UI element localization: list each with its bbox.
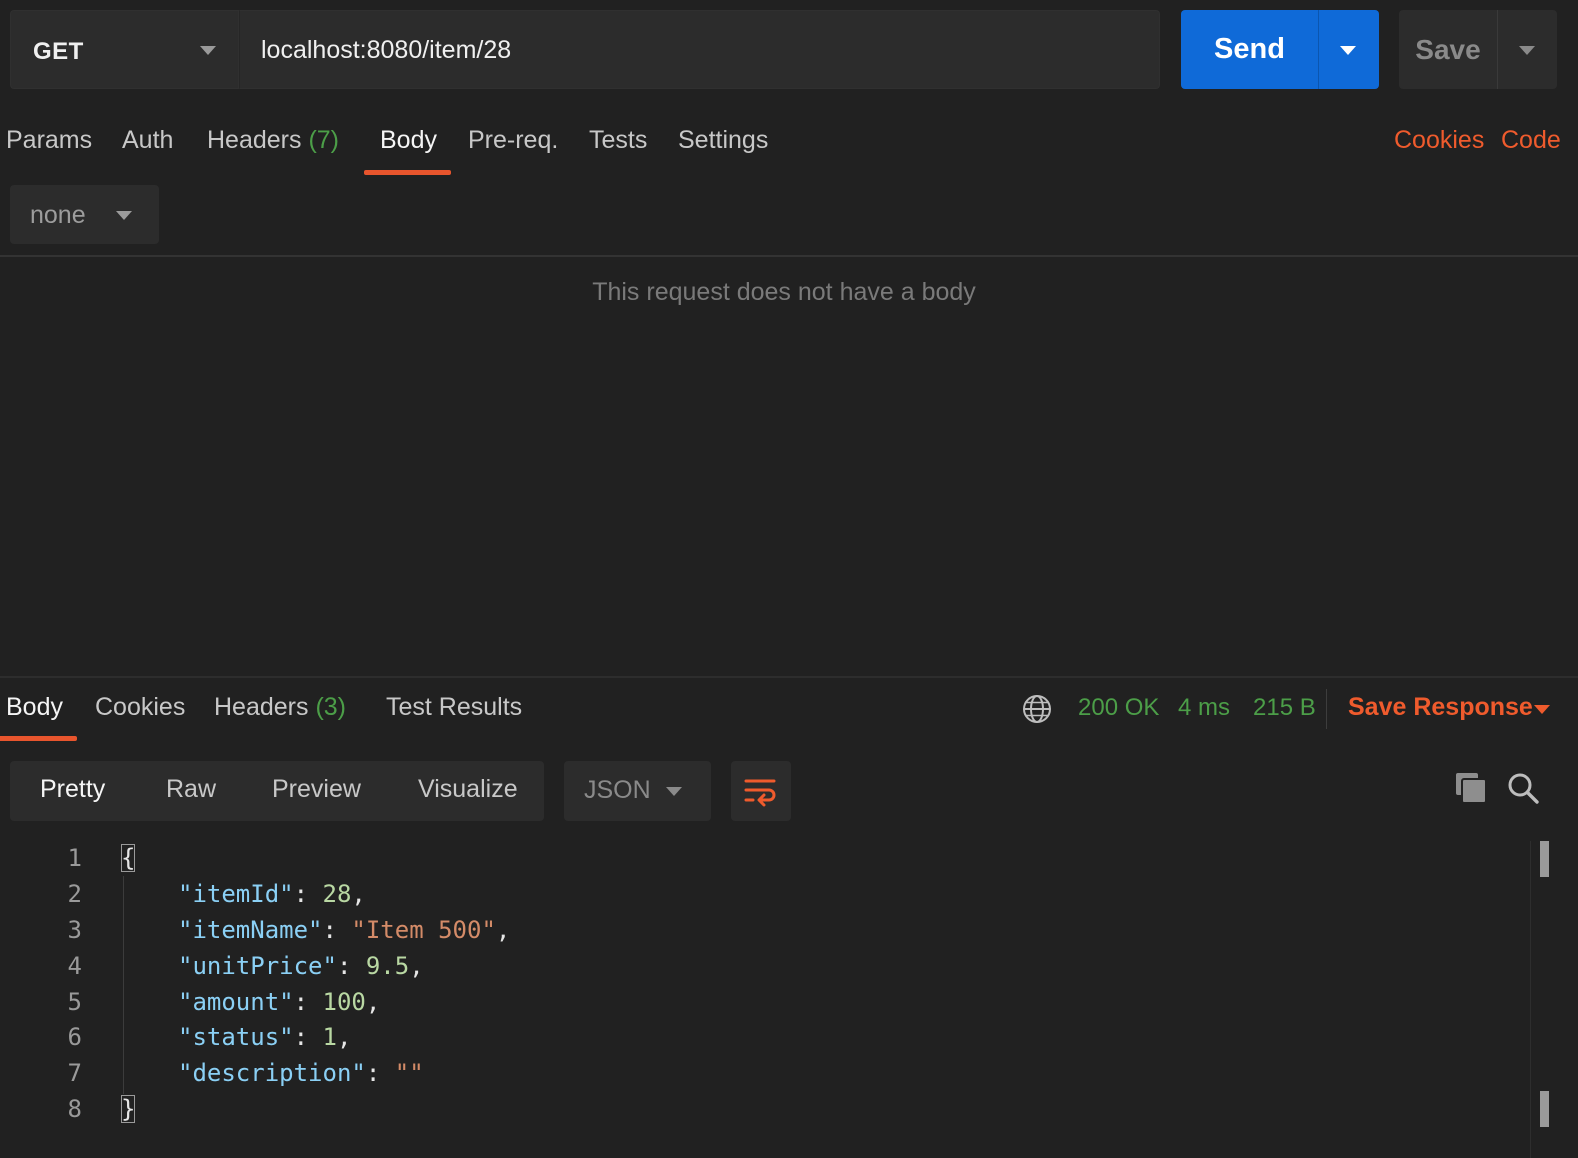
divider (1326, 689, 1327, 729)
save-response-button[interactable]: Save Response (1348, 693, 1533, 722)
response-tab-body[interactable]: Body (6, 693, 63, 722)
globe-icon[interactable] (1022, 694, 1052, 724)
json-key: "description" (178, 1059, 366, 1087)
tab-tests[interactable]: Tests (589, 126, 647, 155)
tab-auth[interactable]: Auth (122, 126, 173, 155)
view-mode-group: Pretty Raw Preview Visualize (10, 761, 544, 821)
copy-icon[interactable] (1454, 771, 1488, 805)
response-tab-cookies[interactable]: Cookies (95, 693, 185, 722)
url-value: localhost:8080/item/28 (261, 36, 512, 64)
format-value: JSON (584, 776, 651, 804)
mode-raw[interactable]: Raw (166, 775, 216, 804)
scrollbar-thumb[interactable] (1540, 1091, 1549, 1127)
tab-params[interactable]: Params (6, 126, 92, 155)
method-label: GET (33, 38, 84, 65)
send-button-group: Send (1181, 10, 1379, 89)
tab-headers[interactable]: Headers (7) (207, 126, 339, 155)
divider (1497, 10, 1498, 89)
chevron-down-icon[interactable] (1340, 46, 1356, 55)
chevron-down-icon[interactable] (1534, 705, 1550, 714)
json-key: "itemName" (178, 916, 323, 944)
response-tab-test-results[interactable]: Test Results (386, 693, 522, 722)
code-line: "itemId": 28, (178, 880, 366, 908)
tab-settings[interactable]: Settings (678, 126, 768, 155)
indent-guide (123, 876, 124, 1094)
json-value: 28 (322, 880, 352, 908)
json-value: 1 (322, 1023, 337, 1051)
code-line: "unitPrice": 9.5, (178, 952, 424, 980)
code-line: "description": "" (178, 1059, 424, 1087)
tab-prereq[interactable]: Pre-req. (468, 126, 558, 155)
headers-count: (7) (308, 126, 340, 154)
json-value: 9.5 (365, 952, 410, 980)
line-number: 8 (67, 1095, 82, 1123)
tab-body[interactable]: Body (380, 126, 437, 155)
code-line: "amount": 100, (178, 988, 381, 1016)
code-line: { (121, 844, 136, 872)
divider (1318, 10, 1319, 89)
status-code[interactable]: 200 OK (1078, 694, 1159, 722)
code-link[interactable]: Code (1501, 126, 1561, 155)
json-value: "Item 500" (351, 916, 496, 944)
line-number: 3 (67, 916, 82, 944)
active-tab-indicator (364, 170, 451, 175)
json-comma: , (336, 1023, 352, 1051)
pane-splitter[interactable] (0, 676, 1578, 678)
format-select[interactable]: JSON (564, 761, 711, 821)
json-comma: , (495, 916, 511, 944)
url-input[interactable]: localhost:8080/item/28 (239, 10, 1160, 89)
code-line: } (121, 1095, 136, 1123)
mode-visualize[interactable]: Visualize (418, 775, 518, 804)
json-value: 100 (322, 988, 366, 1016)
send-button[interactable]: Send (1181, 10, 1318, 89)
json-key: "itemId" (178, 880, 294, 908)
response-tab-headers-label: Headers (214, 693, 309, 721)
body-type-value: none (30, 201, 86, 229)
body-type-select[interactable]: none (10, 185, 159, 244)
json-key: "status" (178, 1023, 294, 1051)
line-number: 4 (67, 952, 82, 980)
json-comma: , (409, 952, 424, 980)
chevron-down-icon[interactable] (1519, 46, 1535, 55)
scrollbar-track[interactable] (1530, 841, 1531, 1158)
response-time[interactable]: 4 ms (1178, 694, 1230, 722)
json-brace: } (121, 1095, 136, 1123)
empty-body-message: This request does not have a body (592, 278, 976, 306)
tab-headers-label: Headers (207, 126, 302, 154)
chevron-down-icon (200, 46, 216, 55)
code-line: "itemName": "Item 500", (178, 916, 511, 944)
response-size[interactable]: 215 B (1253, 694, 1316, 722)
code-line: "status": 1, (178, 1023, 352, 1051)
line-number: 5 (67, 988, 82, 1016)
mode-preview[interactable]: Preview (272, 775, 361, 804)
wrap-lines-button[interactable] (731, 761, 791, 821)
search-icon[interactable] (1506, 771, 1540, 805)
scrollbar-thumb[interactable] (1540, 841, 1549, 877)
response-tab-headers[interactable]: Headers (3) (214, 693, 346, 722)
json-brace: { (121, 844, 136, 872)
line-number: 2 (67, 880, 82, 908)
json-key: "amount" (178, 988, 294, 1016)
mode-pretty[interactable]: Pretty (40, 775, 105, 804)
json-comma: , (351, 880, 366, 908)
line-number: 6 (67, 1023, 82, 1051)
json-comma: , (365, 988, 381, 1016)
json-value: "" (394, 1059, 424, 1087)
active-tab-indicator (0, 736, 77, 741)
save-button-group: Save (1399, 10, 1557, 89)
wrap-lines-icon (744, 779, 776, 807)
method-select[interactable]: GET (10, 10, 239, 89)
divider (0, 255, 1578, 257)
chevron-down-icon (116, 211, 132, 220)
cookies-link[interactable]: Cookies (1394, 126, 1484, 155)
line-number: 1 (67, 844, 82, 872)
line-number: 7 (67, 1059, 82, 1087)
save-button[interactable]: Save (1399, 10, 1497, 89)
chevron-down-icon (666, 787, 682, 796)
json-key: "unitPrice" (178, 952, 337, 980)
headers-count: (3) (315, 693, 347, 721)
